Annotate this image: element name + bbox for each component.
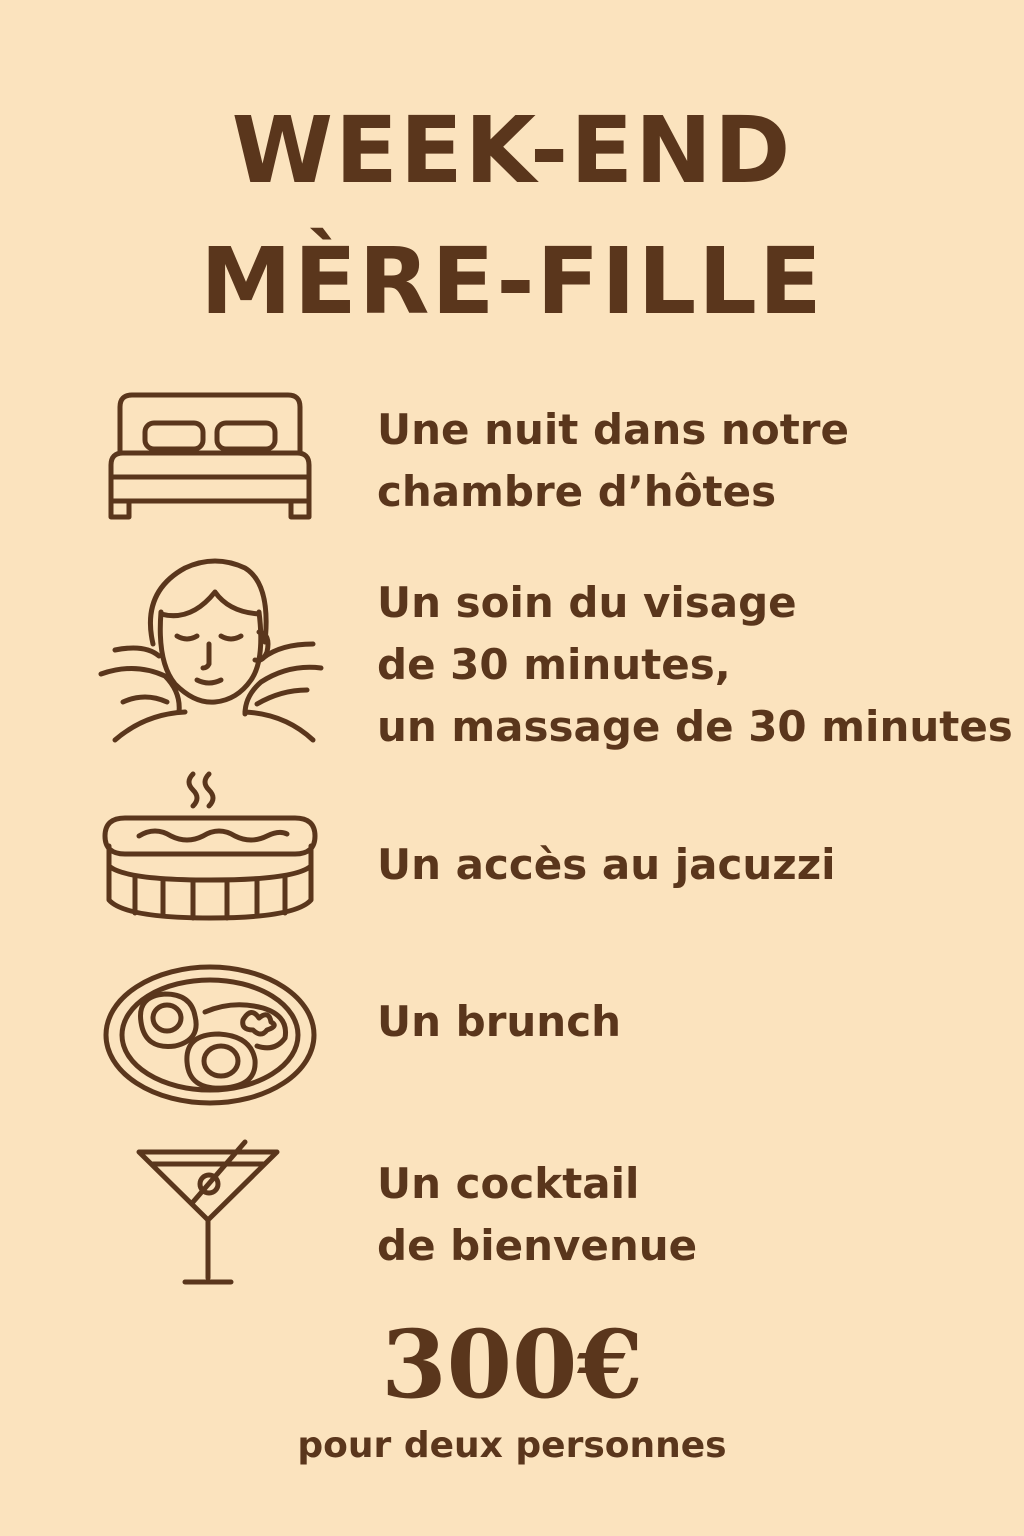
title-line-1: WEEK-END <box>231 97 793 204</box>
item-text-line: de bienvenue <box>377 1221 698 1270</box>
item-text-line: Une nuit dans notre <box>377 405 849 454</box>
price-amount: 300€ <box>381 1310 643 1420</box>
item-text-line: Un cocktail <box>377 1159 640 1208</box>
jacuzzi-icon <box>95 768 325 928</box>
item-text-line: de 30 minutes, <box>377 640 731 689</box>
item-text-line: un massage de 30 minutes <box>377 702 1013 751</box>
face-massage-icon <box>95 552 325 747</box>
brunch-plate-icon <box>95 960 325 1110</box>
item-text-line: Un accès au jacuzzi <box>377 840 836 889</box>
price-note: pour deux personnes <box>297 1425 727 1466</box>
bed-icon <box>95 385 325 530</box>
title-line-2: MÈRE-FILLE <box>200 228 824 335</box>
item-text-line: chambre d’hôtes <box>377 467 777 516</box>
item-text-line: Un brunch <box>377 997 622 1046</box>
item-text-line: Un soin du visage <box>377 578 797 627</box>
cocktail-icon <box>95 1130 325 1290</box>
